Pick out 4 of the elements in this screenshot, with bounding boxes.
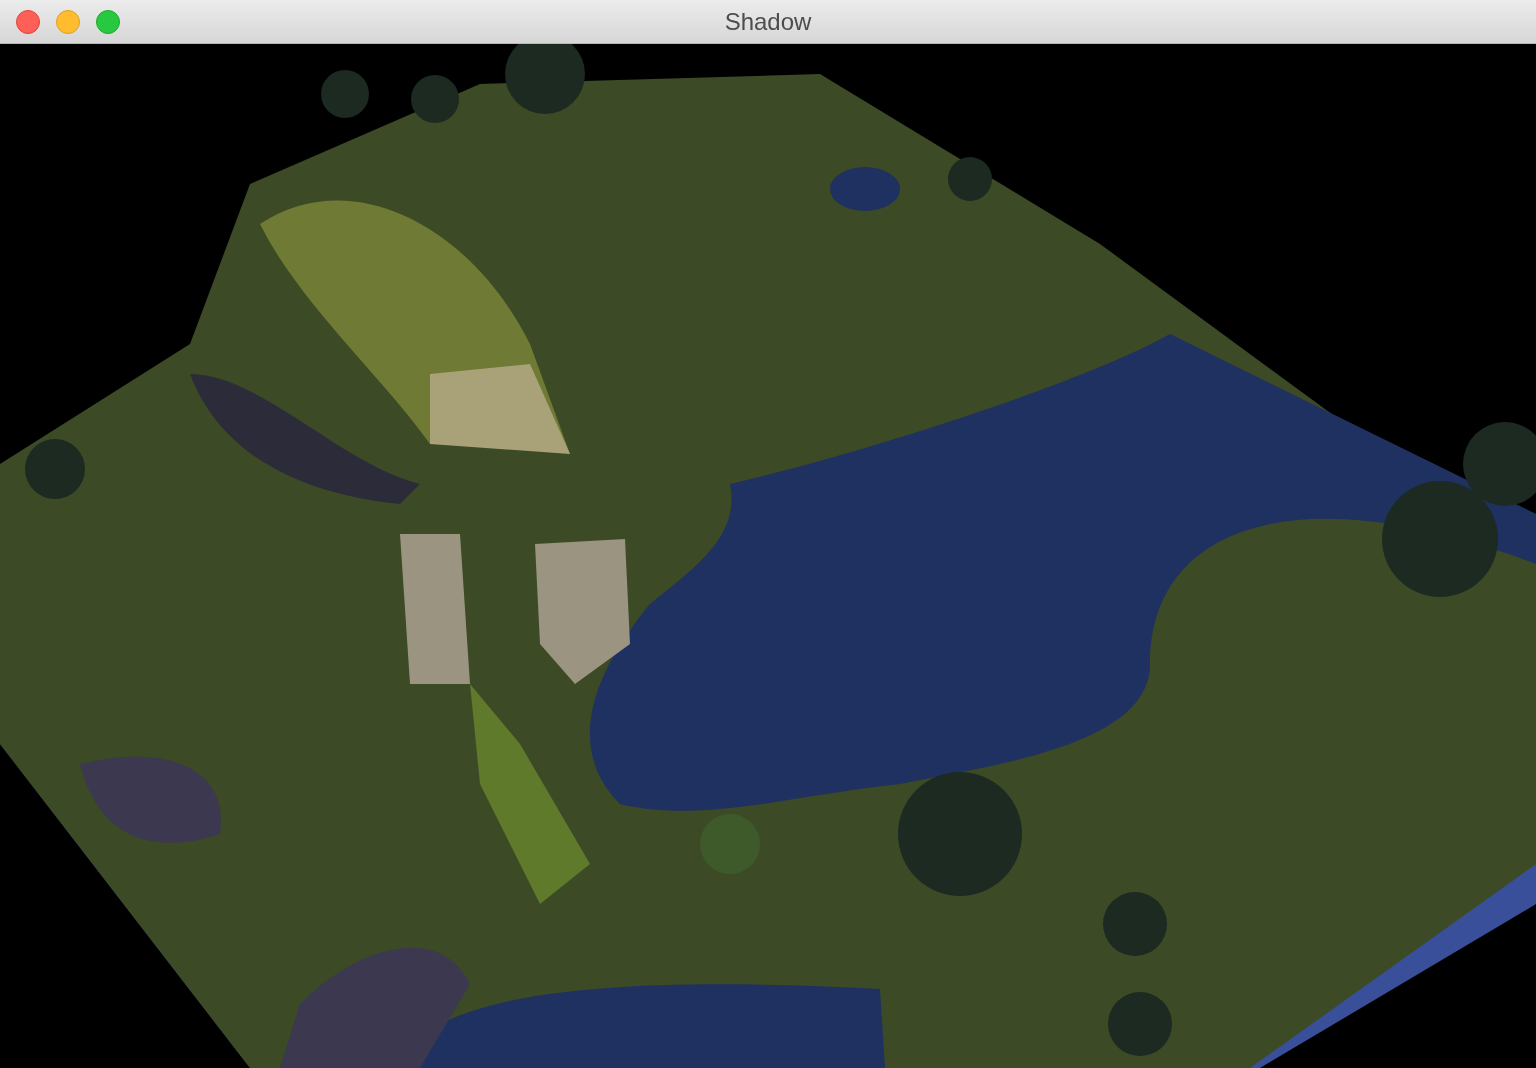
window-title: Shadow: [724, 6, 812, 37]
minimize-button[interactable]: [56, 10, 80, 34]
close-button[interactable]: [16, 10, 40, 34]
zoom-button[interactable]: [96, 10, 120, 34]
